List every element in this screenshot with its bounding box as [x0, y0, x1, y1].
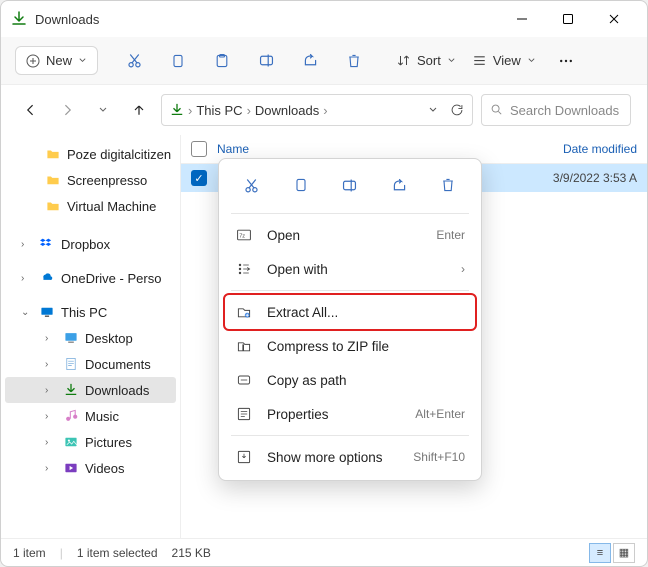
extract-icon — [235, 303, 253, 321]
status-count: 1 item — [13, 546, 46, 560]
ctx-rename-button[interactable] — [336, 171, 364, 199]
titlebar: Downloads — [1, 1, 647, 37]
more-icon — [235, 448, 253, 466]
view-details-button[interactable]: ≡ — [589, 543, 611, 563]
chevron-right-icon: › — [461, 262, 465, 276]
sidebar: Poze digitalcitizen Screenpresso Virtual… — [1, 135, 181, 538]
ctx-cut-button[interactable] — [238, 171, 266, 199]
sidebar-item-downloads[interactable]: ›Downloads — [5, 377, 176, 403]
ctx-extract-all[interactable]: Extract All... — [223, 293, 477, 331]
window-title: Downloads — [35, 12, 99, 27]
sidebar-onedrive[interactable]: ›OneDrive - Perso — [1, 265, 180, 291]
new-label: New — [46, 53, 72, 68]
sidebar-item-desktop[interactable]: ›Desktop — [1, 325, 180, 351]
paste-button[interactable] — [202, 43, 242, 79]
sidebar-folder[interactable]: Poze digitalcitizen — [1, 141, 180, 167]
sidebar-item-documents[interactable]: ›Documents — [1, 351, 180, 377]
refresh-button[interactable] — [450, 103, 464, 117]
view-large-button[interactable]: ▦ — [613, 543, 635, 563]
breadcrumb-root[interactable]: This PC — [196, 103, 242, 118]
openwith-icon — [235, 260, 253, 278]
up-button[interactable] — [125, 96, 153, 124]
maximize-button[interactable] — [545, 1, 591, 37]
toolbar: New Sort View — [1, 37, 647, 85]
svg-text:7z: 7z — [239, 233, 245, 239]
downloads-icon — [11, 11, 27, 27]
sidebar-folder[interactable]: Virtual Machine — [1, 193, 180, 219]
share-button[interactable] — [290, 43, 330, 79]
ctx-share-button[interactable] — [385, 171, 413, 199]
compress-icon — [235, 337, 253, 355]
sidebar-dropbox[interactable]: ›Dropbox — [1, 231, 180, 257]
status-size: 215 KB — [172, 546, 211, 560]
ctx-copy-path[interactable]: Copy as path — [225, 363, 475, 397]
copypath-icon — [235, 371, 253, 389]
file-date: 3/9/2022 3:53 A — [553, 171, 637, 185]
ctx-open[interactable]: 7z Open Enter — [225, 218, 475, 252]
close-button[interactable] — [591, 1, 637, 37]
context-menu: 7z Open Enter Open with › Extract All...… — [218, 158, 482, 481]
sidebar-folder[interactable]: Screenpresso — [1, 167, 180, 193]
cut-button[interactable] — [114, 43, 154, 79]
status-selected: 1 item selected — [77, 546, 158, 560]
sort-button[interactable]: Sort — [390, 53, 462, 68]
window-controls — [499, 1, 637, 37]
ctx-properties[interactable]: Properties Alt+Enter — [225, 397, 475, 431]
ctx-compress[interactable]: Compress to ZIP file — [225, 329, 475, 363]
address-dropdown-icon[interactable] — [428, 105, 438, 115]
new-button[interactable]: New — [15, 46, 98, 75]
sidebar-item-music[interactable]: ›Music — [1, 403, 180, 429]
search-icon — [490, 103, 504, 117]
rename-button[interactable] — [246, 43, 286, 79]
minimize-button[interactable] — [499, 1, 545, 37]
address-bar[interactable]: › This PC › Downloads › — [161, 94, 473, 126]
open-icon: 7z — [235, 226, 253, 244]
column-name[interactable]: Name — [217, 142, 563, 156]
more-button[interactable] — [546, 43, 586, 79]
ctx-show-more[interactable]: Show more options Shift+F10 — [225, 440, 475, 474]
context-quick-actions — [225, 165, 475, 209]
sidebar-item-videos[interactable]: ›Videos — [1, 455, 180, 481]
select-all-checkbox[interactable] — [191, 141, 207, 157]
forward-button[interactable] — [53, 96, 81, 124]
properties-icon — [235, 405, 253, 423]
back-button[interactable] — [17, 96, 45, 124]
ctx-open-with[interactable]: Open with › — [225, 252, 475, 286]
column-date[interactable]: Date modified — [563, 142, 637, 156]
file-checkbox[interactable]: ✓ — [191, 170, 207, 186]
search-input[interactable]: Search Downloads — [481, 94, 631, 126]
sidebar-thispc[interactable]: ⌄This PC — [1, 299, 180, 325]
copy-button[interactable] — [158, 43, 198, 79]
view-button[interactable]: View — [466, 53, 542, 68]
recent-button[interactable] — [89, 96, 117, 124]
status-bar: 1 item | 1 item selected 215 KB ≡ ▦ — [1, 538, 647, 566]
delete-button[interactable] — [334, 43, 374, 79]
ctx-delete-button[interactable] — [434, 171, 462, 199]
breadcrumb-current[interactable]: Downloads — [255, 103, 319, 118]
nav-row: › This PC › Downloads › Search Downloads — [1, 85, 647, 135]
sidebar-item-pictures[interactable]: ›Pictures — [1, 429, 180, 455]
ctx-copy-button[interactable] — [287, 171, 315, 199]
